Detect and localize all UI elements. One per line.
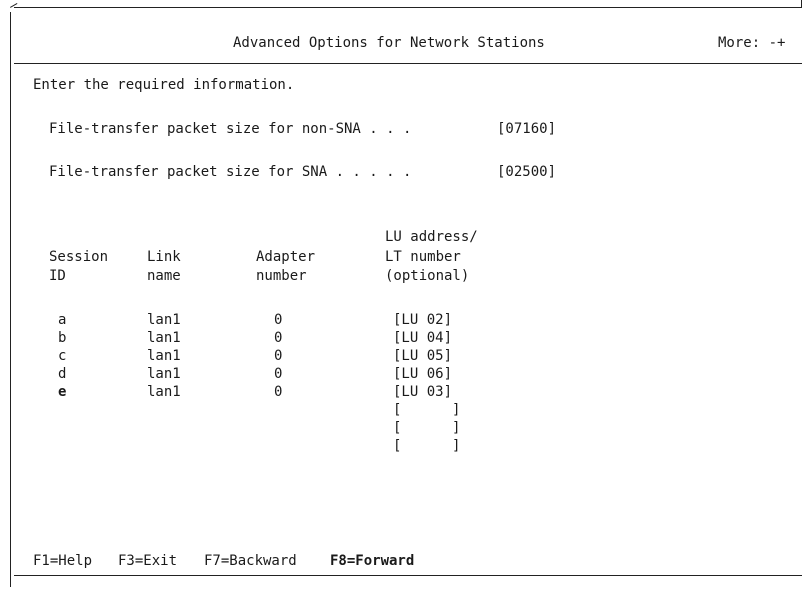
nonsna-packet-size-field[interactable]: [07160] [497, 121, 556, 138]
session-id: b [58, 330, 67, 346]
link-name: lan1 [147, 312, 181, 328]
link-header-line1: Link [147, 249, 181, 265]
f7-backward-key[interactable]: F7=Backward [204, 553, 297, 570]
session-header-line2: ID [49, 268, 66, 284]
link-name: lan1 [147, 384, 181, 400]
lu-address-field[interactable]: [LU 05] [393, 348, 452, 365]
adapter-header-line1: Adapter [256, 249, 316, 265]
lu-address-empty-field[interactable]: [ ] [393, 402, 460, 419]
lu-address-field[interactable]: [LU 04] [393, 330, 452, 347]
screen-title: Advanced Options for Network Stations [233, 35, 545, 51]
bottom-border [14, 575, 802, 576]
f3-exit-key[interactable]: F3=Exit [118, 553, 177, 570]
top-border [14, 7, 802, 8]
link-name: lan1 [147, 348, 181, 364]
link-name: lan1 [147, 366, 181, 382]
lu-address-field[interactable]: [LU 02] [393, 312, 452, 329]
title-separator [14, 63, 802, 64]
lu-address-empty-field[interactable]: [ ] [393, 420, 460, 437]
session-header-line1: Session [49, 249, 109, 265]
lu-address-empty-field[interactable]: [ ] [393, 438, 460, 455]
left-border [10, 12, 11, 587]
adapter-number: 0 [274, 384, 283, 400]
f8-forward-key[interactable]: F8=Forward [330, 553, 414, 570]
lu-header-line3: (optional) [385, 268, 470, 284]
sna-packet-size-field[interactable]: [02500] [497, 164, 556, 181]
session-id: c [58, 348, 67, 364]
more-indicator: More: -+ [718, 35, 786, 51]
adapter-number: 0 [274, 348, 283, 364]
sna-packet-size-label: File-transfer packet size for SNA . . . … [49, 164, 412, 180]
lu-address-field[interactable]: [LU 03] [393, 384, 452, 401]
top-right-tick [801, 0, 802, 8]
adapter-number: 0 [274, 366, 283, 382]
instruction-text: Enter the required information. [33, 77, 295, 93]
session-id: d [58, 366, 67, 382]
f1-help-key[interactable]: F1=Help [33, 553, 92, 570]
link-header-line2: name [147, 268, 181, 284]
link-name: lan1 [147, 330, 181, 346]
adapter-header-line2: number [256, 268, 307, 284]
adapter-number: 0 [274, 330, 283, 346]
session-id-current: e [58, 384, 67, 400]
adapter-number: 0 [274, 312, 283, 328]
lu-header-line1: LU address/ [385, 229, 478, 245]
lu-address-field[interactable]: [LU 06] [393, 366, 452, 383]
session-id: a [58, 312, 67, 328]
nonsna-packet-size-label: File-transfer packet size for non-SNA . … [49, 121, 412, 137]
lu-header-line2: LT number [385, 249, 461, 265]
